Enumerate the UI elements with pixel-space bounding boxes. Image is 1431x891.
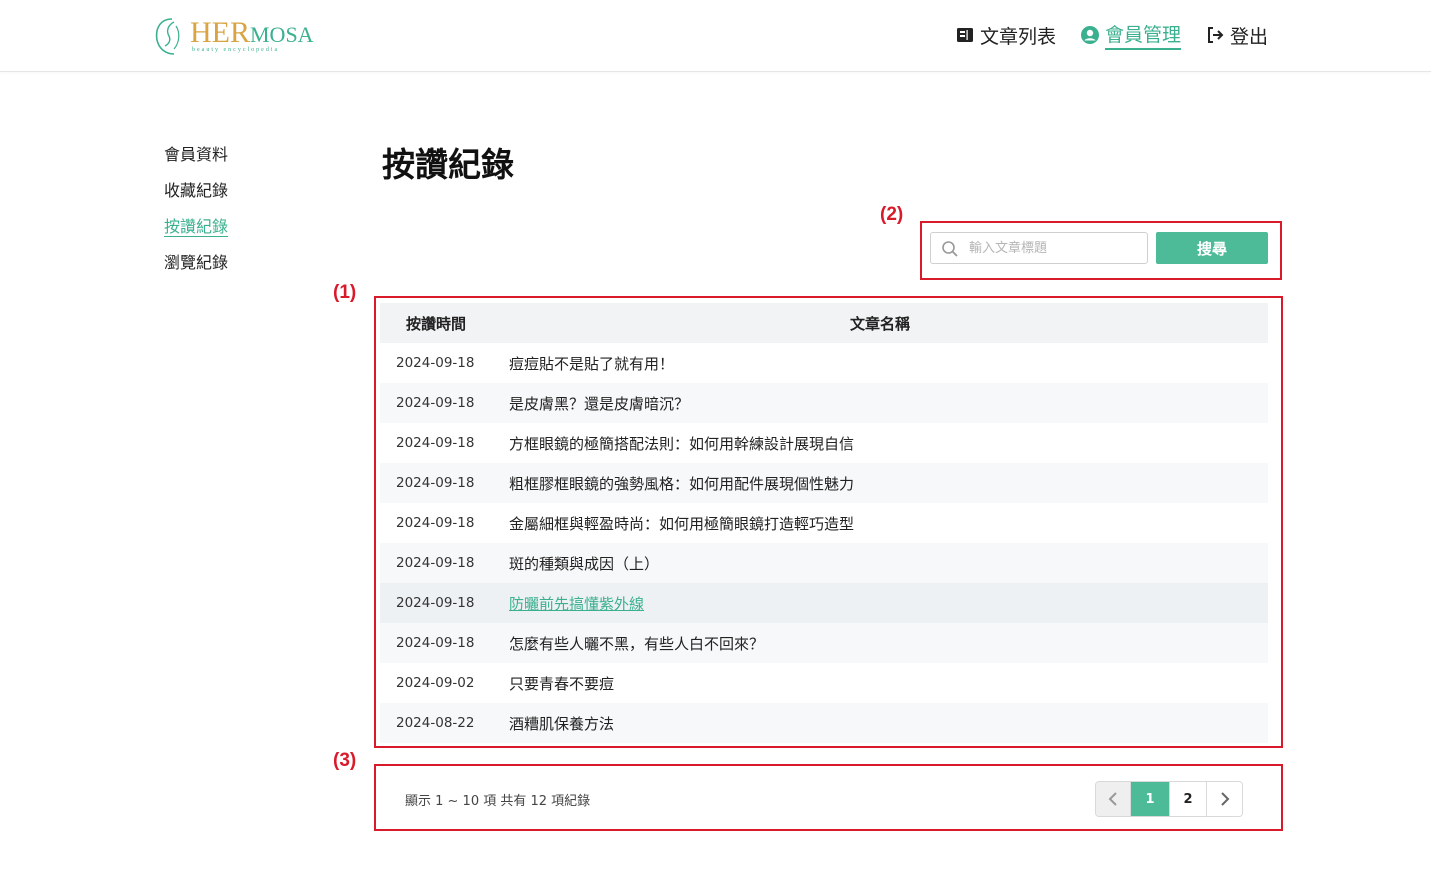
prev-page-button[interactable] — [1096, 782, 1131, 816]
user-circle-icon — [1080, 26, 1099, 44]
main-nav: 文章列表 會員管理 登出 — [955, 20, 1268, 50]
sidebar-item-history[interactable]: 瀏覽紀錄 — [164, 248, 228, 284]
sidebar-item-profile[interactable]: 會員資料 — [164, 140, 228, 176]
sidebar-item-favorites[interactable]: 收藏紀錄 — [164, 176, 228, 212]
pagination: 1 2 — [1095, 781, 1243, 817]
chevron-left-icon — [1108, 792, 1117, 806]
search-button[interactable]: 搜尋 — [1156, 232, 1268, 264]
row-date: 2024-09-18 — [396, 435, 475, 451]
chevron-right-icon — [1220, 792, 1229, 806]
member-sidebar: 會員資料 收藏紀錄 按讚紀錄 瀏覽紀錄 — [164, 140, 229, 284]
page-title: 按讚紀錄 — [382, 145, 514, 184]
article-link[interactable]: 防曬前先搞懂紫外線 — [509, 595, 644, 613]
article-link[interactable]: 只要青春不要痘 — [509, 675, 614, 693]
table-row[interactable]: 2024-09-18 粗框膠框眼鏡的強勢風格：如何用配件展現個性魅力 — [380, 463, 1268, 503]
annotation-label-search: (2) — [880, 204, 904, 225]
article-link[interactable]: 方框眼鏡的極簡搭配法則：如何用幹練設計展現自信 — [509, 435, 854, 453]
article-link[interactable]: 痘痘貼不是貼了就有用！ — [509, 355, 674, 373]
table-row[interactable]: 2024-09-18 是皮膚黑？還是皮膚暗沉？ — [380, 383, 1268, 423]
nav-member-management[interactable]: 會員管理 — [1080, 20, 1181, 50]
row-date: 2024-09-02 — [396, 675, 475, 691]
column-header-article-title: 文章名稱 — [492, 303, 1268, 343]
table-row[interactable]: 2024-09-18 斑的種類與成因（上） — [380, 543, 1268, 583]
annotation-label-pager: (3) — [333, 750, 357, 771]
page-button-2[interactable]: 2 — [1170, 782, 1207, 816]
nav-logout-label: 登出 — [1229, 25, 1268, 48]
search-input[interactable] — [969, 233, 1144, 263]
nav-member-management-label: 會員管理 — [1104, 20, 1181, 50]
table-row[interactable]: 2024-09-02 只要青春不要痘 — [380, 663, 1268, 703]
table-row[interactable]: 2024-08-22 酒糟肌保養方法 — [380, 703, 1268, 743]
table-header-row: 按讚時間 文章名稱 — [380, 303, 1268, 343]
nav-logout[interactable]: 登出 — [1205, 20, 1268, 50]
article-link[interactable]: 金屬細框與輕盈時尚：如何用極簡眼鏡打造輕巧造型 — [509, 515, 854, 533]
site-logo[interactable]: HERMOSA beauty encyclopedia — [152, 14, 314, 58]
row-date: 2024-09-18 — [380, 463, 492, 503]
article-link[interactable]: 酒糟肌保養方法 — [509, 715, 614, 733]
sidebar-item-likes[interactable]: 按讚紀錄 — [164, 212, 229, 248]
nav-article-list[interactable]: 文章列表 — [955, 20, 1056, 50]
article-link[interactable]: 粗框膠框眼鏡的強勢風格：如何用配件展現個性魅力 — [509, 475, 854, 493]
search-icon — [942, 241, 958, 257]
table-row[interactable]: 2024-09-18 金屬細框與輕盈時尚：如何用極簡眼鏡打造輕巧造型 — [380, 503, 1268, 543]
pagination-info: 顯示 1 ~ 10 項 共有 12 項紀錄 — [405, 794, 591, 809]
article-link[interactable]: 是皮膚黑？還是皮膚暗沉？ — [509, 395, 689, 413]
row-date: 2024-09-18 — [380, 583, 492, 623]
logo-subtitle: beauty encyclopedia — [192, 47, 280, 53]
column-header-like-time: 按讚時間 — [380, 303, 492, 343]
page-button-1[interactable]: 1 — [1131, 782, 1170, 816]
row-date: 2024-08-22 — [380, 703, 492, 743]
article-link[interactable]: 怎麼有些人曬不黑，有些人白不回來？ — [509, 635, 764, 653]
next-page-button[interactable] — [1207, 782, 1242, 816]
table-row[interactable]: 2024-09-18 怎麼有些人曬不黑，有些人白不回來？ — [380, 623, 1268, 663]
logout-icon — [1207, 27, 1224, 43]
annotation-label-table: (1) — [333, 282, 357, 303]
row-date: 2024-09-18 — [380, 543, 492, 583]
nav-article-list-label: 文章列表 — [979, 25, 1056, 48]
article-link[interactable]: 斑的種類與成因（上） — [509, 555, 659, 573]
book-icon — [956, 28, 973, 42]
logo-face-icon — [155, 18, 180, 55]
table-row-hovered[interactable]: 2024-09-18 防曬前先搞懂紫外線 — [380, 583, 1268, 623]
likes-table: 按讚時間 文章名稱 2024-09-18 痘痘貼不是貼了就有用！ 2024-09… — [380, 303, 1268, 743]
search-field[interactable] — [930, 232, 1148, 264]
table-row[interactable]: 2024-09-18 痘痘貼不是貼了就有用！ — [380, 343, 1268, 383]
row-date: 2024-09-18 — [380, 623, 492, 663]
top-navbar: HERMOSA beauty encyclopedia 文章列表 會員管理 登出 — [0, 0, 1431, 72]
table-row[interactable]: 2024-09-18 方框眼鏡的極簡搭配法則：如何用幹練設計展現自信 — [380, 423, 1268, 463]
row-date: 2024-09-18 — [380, 383, 492, 423]
row-date: 2024-09-18 — [396, 515, 475, 531]
row-date: 2024-09-18 — [396, 355, 475, 371]
